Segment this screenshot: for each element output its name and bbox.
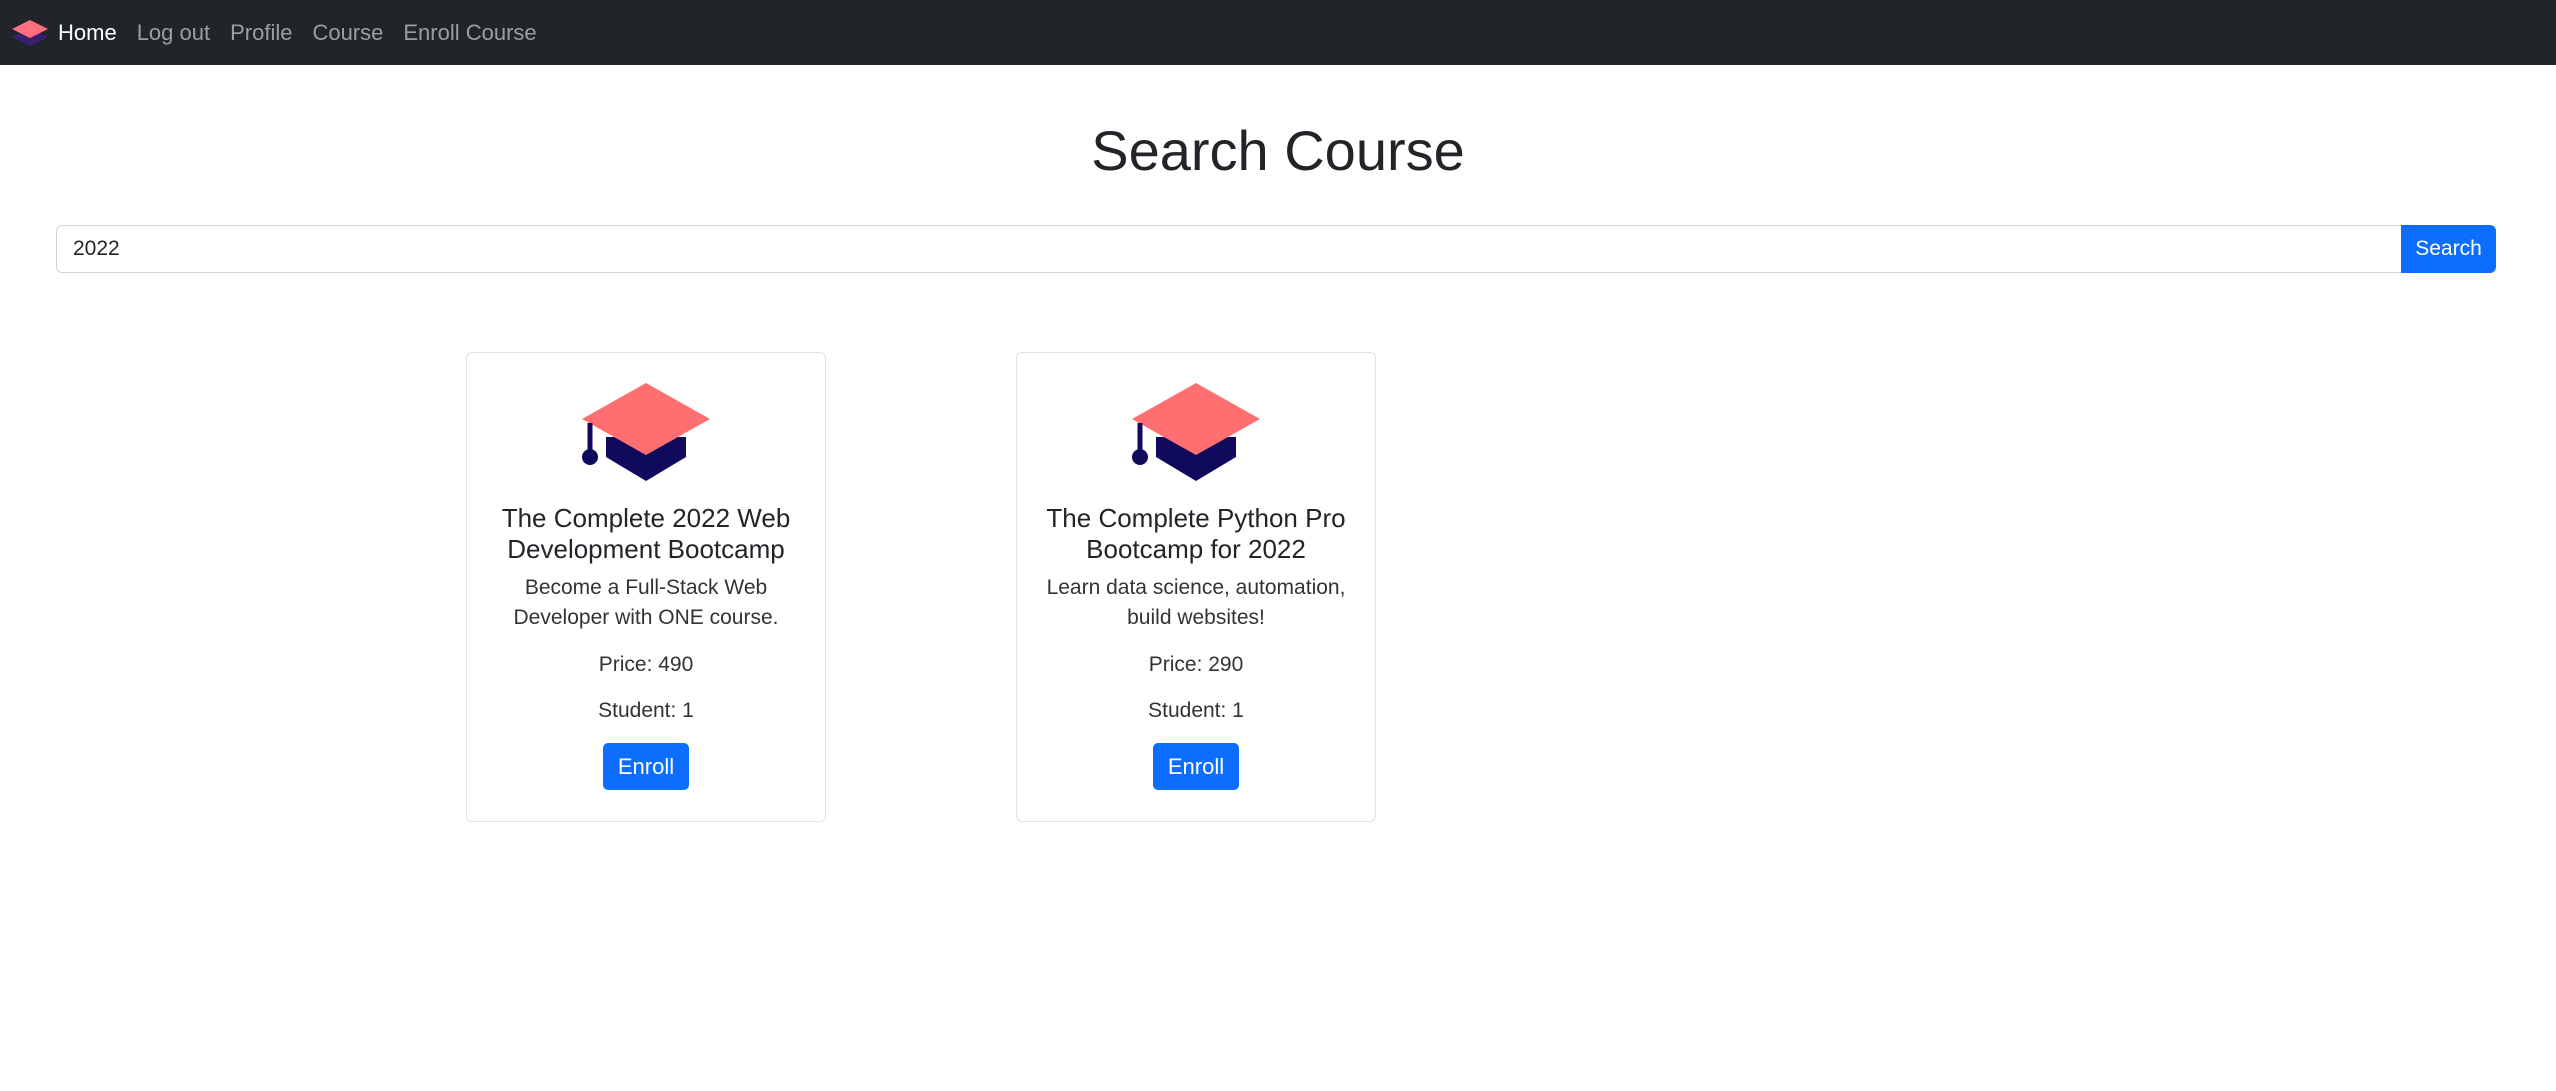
course-title: The Complete 2022 Web Development Bootca… xyxy=(501,503,791,564)
page-title: Search Course xyxy=(1091,119,1465,182)
search-bar: Search xyxy=(56,225,2496,273)
brand-logo[interactable] xyxy=(10,18,50,48)
course-student-count: Student: 1 xyxy=(598,699,694,722)
nav-logout-link[interactable]: Log out xyxy=(137,20,210,46)
search-button[interactable]: Search xyxy=(2401,225,2496,273)
course-card: The Complete 2022 Web Development Bootca… xyxy=(466,352,826,822)
course-description: Become a Full-Stack Web Developer with O… xyxy=(513,576,779,629)
search-input[interactable] xyxy=(56,225,2401,273)
course-price: Price: 290 xyxy=(1148,653,1244,676)
graduation-cap-icon xyxy=(1132,383,1260,481)
course-price: Price: 490 xyxy=(598,653,694,676)
nav-enroll-course-link[interactable]: Enroll Course xyxy=(403,20,536,46)
course-student-count: Student: 1 xyxy=(1148,699,1244,722)
course-title: The Complete Python Pro Bootcamp for 202… xyxy=(1046,503,1346,564)
top-navbar: Home Log out Profile Course Enroll Cours… xyxy=(0,0,2556,65)
course-description: Learn data science, automation, build we… xyxy=(1046,576,1346,629)
enroll-button[interactable]: Enroll xyxy=(1153,743,1239,790)
course-card: The Complete Python Pro Bootcamp for 202… xyxy=(1016,352,1376,822)
nav-home-link[interactable]: Home xyxy=(58,20,117,46)
stack-diamond-logo-icon xyxy=(12,19,48,46)
nav-profile-link[interactable]: Profile xyxy=(230,20,292,46)
enroll-button[interactable]: Enroll xyxy=(603,743,689,790)
graduation-cap-icon xyxy=(582,383,710,481)
nav-course-link[interactable]: Course xyxy=(312,20,383,46)
